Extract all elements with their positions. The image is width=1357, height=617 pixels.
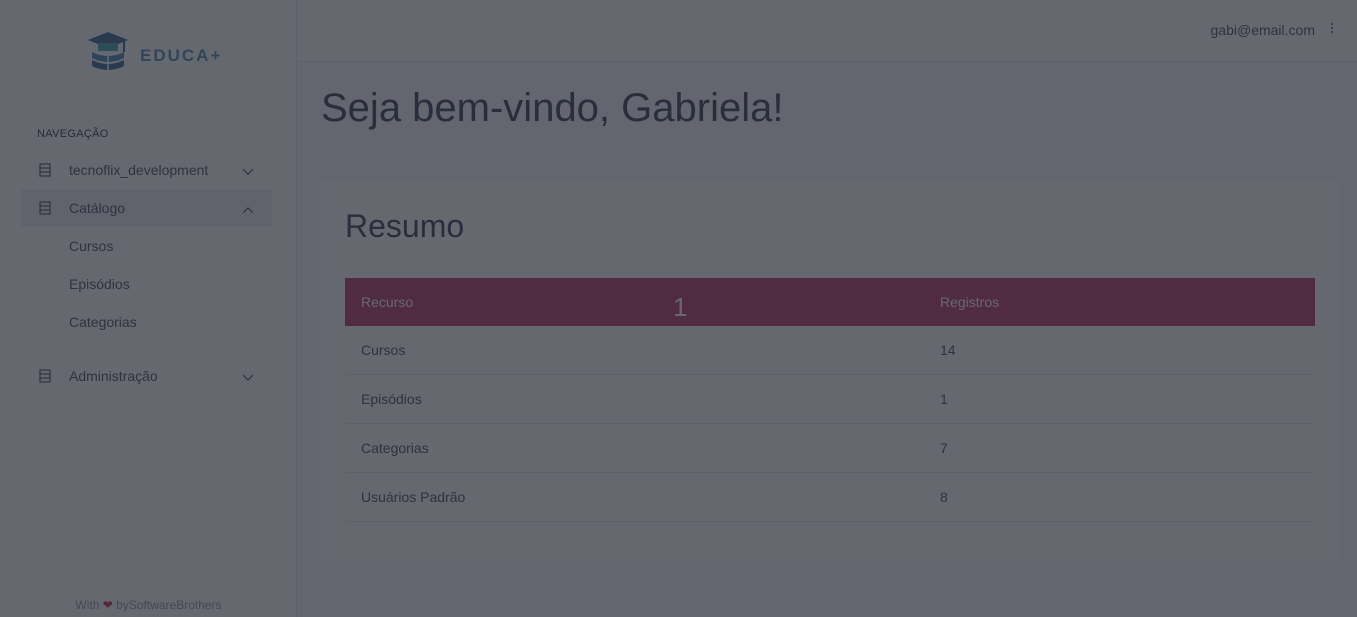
- column-header-registros: Registros: [940, 294, 1000, 310]
- column-header-recurso: Recurso: [361, 294, 414, 310]
- heart-icon: ❤: [102, 598, 113, 612]
- brand-logo[interactable]: EDUCA+: [84, 30, 222, 81]
- sidebar-subitem-cursos[interactable]: Cursos: [69, 238, 113, 254]
- nav-header: NAVEGAÇÃO: [37, 128, 109, 140]
- sidebar-subitem-categorias[interactable]: Categorias: [69, 314, 137, 330]
- footer-prefix: With: [75, 598, 100, 612]
- top-bar: gabi@email.com: [297, 0, 1357, 62]
- summary-title: Resumo: [345, 208, 465, 244]
- app: EDUCA+ NAVEGAÇÃO tecnoflix_development C…: [0, 0, 1357, 617]
- sidebar-item-tecnoflix-development[interactable]: tecnoflix_development: [21, 151, 272, 189]
- summary-card: Resumo Recurso Registros 1 Cursos 14 Epi…: [321, 180, 1339, 560]
- cell-recurso: Usuários Padrão: [361, 489, 466, 505]
- page-title: Seja bem-vindo, Gabriela!: [321, 86, 784, 130]
- brand-name: EDUCA+: [140, 45, 223, 65]
- chevron-down-icon: [242, 163, 254, 179]
- cell-registros: 14: [940, 342, 956, 358]
- user-email[interactable]: gabi@email.com: [1211, 22, 1315, 38]
- chevron-up-icon: [242, 201, 254, 217]
- cell-recurso: Categorias: [361, 440, 429, 456]
- logo-icon: [84, 30, 132, 81]
- sidebar-item-catalogo[interactable]: Catálogo: [21, 189, 272, 227]
- footer-note: With ❤ bySoftwareBrothers: [0, 598, 297, 612]
- step-marker: 1: [673, 292, 688, 322]
- main-content: gabi@email.com Seja bem-vindo, Gabriela!…: [297, 0, 1357, 617]
- table-row: Usuários Padrão 8: [345, 473, 1315, 522]
- table-header: Recurso Registros 1: [345, 278, 1315, 326]
- table-row: Cursos 14: [345, 326, 1315, 375]
- sidebar-item-label: tecnoflix_development: [69, 162, 209, 178]
- sidebar-item-administracao[interactable]: Administração: [21, 357, 272, 395]
- sidebar-item-label: Administração: [69, 368, 158, 384]
- cell-recurso: Episódios: [361, 391, 422, 407]
- chevron-down-icon: [242, 369, 254, 385]
- footer-suffix[interactable]: bySoftwareBrothers: [116, 598, 221, 612]
- table-row: Episódios 1: [345, 375, 1315, 424]
- cell-recurso: Cursos: [361, 342, 406, 358]
- cell-registros: 1: [940, 391, 948, 407]
- cell-registros: 7: [940, 440, 948, 456]
- kebab-menu-icon[interactable]: [1329, 23, 1335, 37]
- sidebar-subitem-episodios[interactable]: Episódios: [69, 276, 130, 292]
- database-icon: [37, 201, 53, 215]
- sidebar: EDUCA+ NAVEGAÇÃO tecnoflix_development C…: [0, 0, 297, 617]
- sidebar-item-label: Catálogo: [69, 200, 126, 216]
- table-row: Categorias 7: [345, 424, 1315, 473]
- summary-table: Recurso Registros 1 Cursos 14 Episódios …: [345, 278, 1315, 522]
- cell-registros: 8: [940, 489, 948, 505]
- database-icon: [37, 369, 53, 383]
- database-icon: [37, 163, 53, 177]
